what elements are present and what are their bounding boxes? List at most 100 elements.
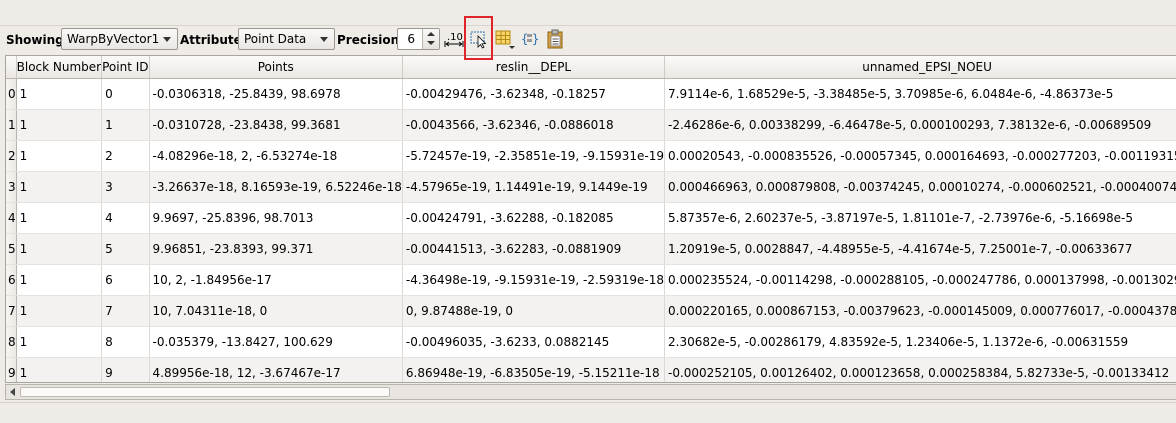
cell-reslin-depl[interactable]: -0.00441513, -3.62283, -0.0881909 <box>402 234 664 265</box>
cell-points[interactable]: 9.9697, -25.8396, 98.7013 <box>149 203 402 234</box>
spin-up-icon[interactable] <box>427 32 435 36</box>
scrollbar-thumb[interactable] <box>20 387 390 397</box>
table-row[interactable]: 4149.9697, -25.8396, 98.7013-0.00424791,… <box>6 203 1176 234</box>
cell-point-id[interactable]: 0 <box>102 79 149 110</box>
cell-reslin-depl[interactable]: 6.86948e-19, -6.83505e-19, -5.15211e-18 <box>402 358 664 384</box>
column-header-unnamed-epsi-noeu[interactable]: unnamed_EPSI_NOEU <box>665 56 1176 79</box>
cell-point-id[interactable]: 5 <box>102 234 149 265</box>
column-header-row-index[interactable] <box>6 56 16 79</box>
cell-reslin-depl[interactable]: -4.57965e-19, 1.14491e-19, 9.1449e-19 <box>402 172 664 203</box>
cell-block-number[interactable]: 1 <box>16 203 101 234</box>
precision-spinbox[interactable]: 6 <box>397 28 440 50</box>
cell-point-id[interactable]: 6 <box>102 265 149 296</box>
cell-points[interactable]: 10, 7.04311e-18, 0 <box>149 296 402 327</box>
cell-reslin-depl[interactable]: 0, 9.87488e-19, 0 <box>402 296 664 327</box>
split-columns-button[interactable] <box>544 28 566 50</box>
showing-label: Showing <box>6 33 64 47</box>
cell-row-index[interactable]: 0 <box>6 79 16 110</box>
cell-block-number[interactable]: 1 <box>16 79 101 110</box>
cell-reslin-depl[interactable]: -0.00424791, -3.62288, -0.182085 <box>402 203 664 234</box>
cell-reslin-depl[interactable]: -4.36498e-19, -9.15931e-19, -2.59319e-18 <box>402 265 664 296</box>
cell-block-number[interactable]: 1 <box>16 234 101 265</box>
fixed-notation-icon: .10 <box>443 28 465 50</box>
cell-row-index[interactable]: 1 <box>6 110 16 141</box>
cell-unnamed-epsi-noeu[interactable]: -2.46286e-6, 0.00338299, -6.46478e-5, 0.… <box>665 110 1176 141</box>
cell-block-number[interactable]: 1 <box>16 141 101 172</box>
cell-point-id[interactable]: 3 <box>102 172 149 203</box>
column-header-reslin-depl[interactable]: reslin__DEPL <box>402 56 664 79</box>
cell-unnamed-epsi-noeu[interactable]: 1.20919e-5, 0.0028847, -4.48955e-5, -4.4… <box>665 234 1176 265</box>
cell-unnamed-epsi-noeu[interactable]: -0.000252105, 0.00126402, 0.000123658, 0… <box>665 358 1176 384</box>
cell-block-number[interactable]: 1 <box>16 110 101 141</box>
spreadsheet-toolbar: Showing WarpByVector1 Attribute: Point D… <box>0 26 1176 54</box>
cell-reslin-depl[interactable]: -0.0043566, -3.62346, -0.0886018 <box>402 110 664 141</box>
cell-block-number[interactable]: 1 <box>16 172 101 203</box>
cell-unnamed-epsi-noeu[interactable]: 0.000235524, -0.00114298, -0.000288105, … <box>665 265 1176 296</box>
column-header-block-number[interactable]: Block Number <box>16 56 101 79</box>
cell-block-number[interactable]: 1 <box>16 327 101 358</box>
table-row[interactable]: 9194.89956e-18, 12, -3.67467e-176.86948e… <box>6 358 1176 384</box>
column-header-point-id[interactable]: Point ID <box>102 56 149 79</box>
cell-point-id[interactable]: 8 <box>102 327 149 358</box>
cell-unnamed-epsi-noeu[interactable]: 2.30682e-5, -0.00286179, 4.83592e-5, 1.2… <box>665 327 1176 358</box>
cell-row-index[interactable]: 8 <box>6 327 16 358</box>
horizontal-scrollbar[interactable] <box>5 384 1176 400</box>
cell-row-index[interactable]: 3 <box>6 172 16 203</box>
toggle-cell-connectivity-button[interactable]: { } <box>519 28 541 50</box>
cell-points[interactable]: -0.035379, -13.8427, 100.629 <box>149 327 402 358</box>
cell-row-index[interactable]: 7 <box>6 296 16 327</box>
cell-point-id[interactable]: 1 <box>102 110 149 141</box>
cell-unnamed-epsi-noeu[interactable]: 7.9114e-6, 1.68529e-5, -3.38485e-5, 3.70… <box>665 79 1176 110</box>
svg-text:}: } <box>532 32 539 46</box>
cell-points[interactable]: -4.08296e-18, 2, -6.53274e-18 <box>149 141 402 172</box>
cell-point-id[interactable]: 4 <box>102 203 149 234</box>
table-row[interactable]: 5159.96851, -23.8393, 99.371-0.00441513,… <box>6 234 1176 265</box>
cell-points[interactable]: 4.89956e-18, 12, -3.67467e-17 <box>149 358 402 384</box>
cell-point-id[interactable]: 9 <box>102 358 149 384</box>
attribute-combo[interactable]: Point Data <box>238 28 335 50</box>
bottom-panel-strip <box>0 402 1176 423</box>
table-row[interactable]: 61610, 2, -1.84956e-17-4.36498e-19, -9.1… <box>6 265 1176 296</box>
cell-reslin-depl[interactable]: -5.72457e-19, -2.35851e-19, -9.15931e-19 <box>402 141 664 172</box>
cell-reslin-depl[interactable]: -0.00429476, -3.62348, -0.18257 <box>402 79 664 110</box>
cell-unnamed-epsi-noeu[interactable]: 0.00020543, -0.000835526, -0.00057345, 0… <box>665 141 1176 172</box>
fixed-notation-button[interactable]: .10 <box>443 28 465 50</box>
cell-points[interactable]: 10, 2, -1.84956e-17 <box>149 265 402 296</box>
cell-row-index[interactable]: 6 <box>6 265 16 296</box>
table-row[interactable]: 71710, 7.04311e-18, 00, 9.87488e-19, 00.… <box>6 296 1176 327</box>
cell-row-index[interactable]: 4 <box>6 203 16 234</box>
cell-row-index[interactable]: 5 <box>6 234 16 265</box>
showing-source-combo[interactable]: WarpByVector1 <box>61 28 178 50</box>
cell-point-id[interactable]: 2 <box>102 141 149 172</box>
cell-points[interactable]: 9.96851, -23.8393, 99.371 <box>149 234 402 265</box>
column-header-points[interactable]: Points <box>149 56 402 79</box>
cell-unnamed-epsi-noeu[interactable]: 5.87357e-6, 2.60237e-5, -3.87197e-5, 1.8… <box>665 203 1176 234</box>
fixed-notation-text: .10 <box>447 32 463 43</box>
table-row[interactable]: 818-0.035379, -13.8427, 100.629-0.004960… <box>6 327 1176 358</box>
chevron-down-icon <box>163 37 171 42</box>
cell-point-id[interactable]: 7 <box>102 296 149 327</box>
scroll-left-icon[interactable] <box>10 388 15 396</box>
clipboard-icon <box>544 28 566 50</box>
cell-reslin-depl[interactable]: -0.00496035, -3.6233, 0.0882145 <box>402 327 664 358</box>
cell-points[interactable]: -3.26637e-18, 8.16593e-19, 6.52246e-18 <box>149 172 402 203</box>
cell-points[interactable]: -0.0306318, -25.8439, 98.6978 <box>149 79 402 110</box>
cell-row-index[interactable]: 9 <box>6 358 16 384</box>
spreadsheet-table[interactable]: Block Number Point ID Points reslin__DEP… <box>5 55 1176 383</box>
cell-unnamed-epsi-noeu[interactable]: 0.000220165, 0.000867153, -0.00379623, -… <box>665 296 1176 327</box>
cell-points[interactable]: -0.0310728, -23.8438, 99.3681 <box>149 110 402 141</box>
showing-source-value: WarpByVector1 <box>67 32 159 46</box>
toggle-column-visibility-button[interactable] <box>494 28 516 50</box>
precision-spin-buttons[interactable] <box>422 29 439 49</box>
spin-down-icon[interactable] <box>427 41 435 45</box>
cell-row-index[interactable]: 2 <box>6 141 16 172</box>
table-row[interactable]: 313-3.26637e-18, 8.16593e-19, 6.52246e-1… <box>6 172 1176 203</box>
table-row[interactable]: 212-4.08296e-18, 2, -6.53274e-18-5.72457… <box>6 141 1176 172</box>
cell-block-number[interactable]: 1 <box>16 358 101 384</box>
table-row[interactable]: 111-0.0310728, -23.8438, 99.3681-0.00435… <box>6 110 1176 141</box>
table-columns-icon <box>494 28 516 50</box>
cell-block-number[interactable]: 1 <box>16 265 101 296</box>
table-row[interactable]: 010-0.0306318, -25.8439, 98.6978-0.00429… <box>6 79 1176 110</box>
cell-block-number[interactable]: 1 <box>16 296 101 327</box>
cell-unnamed-epsi-noeu[interactable]: 0.000466963, 0.000879808, -0.00374245, 0… <box>665 172 1176 203</box>
